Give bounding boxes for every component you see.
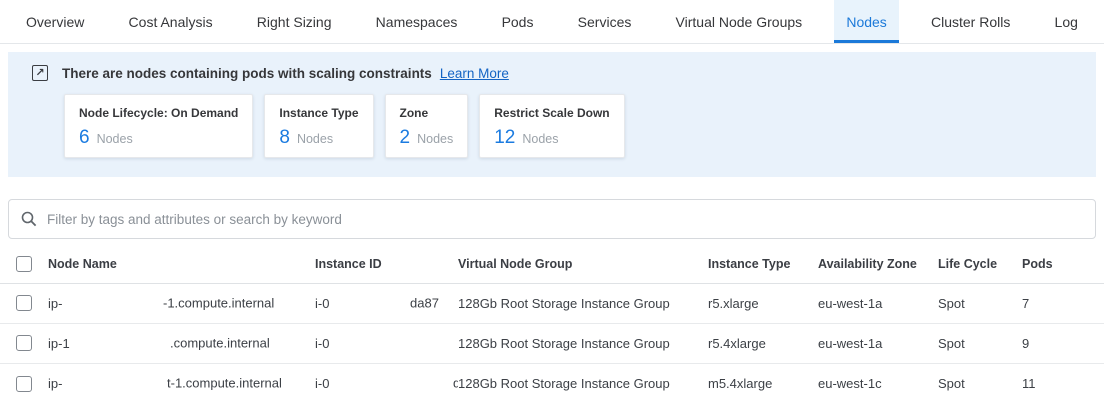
instance-type-cell: r5.4xlarge: [708, 323, 818, 363]
search-input[interactable]: [47, 212, 1083, 227]
node-name-link[interactable]: ip-1: [48, 336, 70, 351]
banner-header: ↗ There are nodes containing pods with s…: [24, 65, 1080, 81]
virtual-node-group-cell: 128Gb Root Storage Instance Group: [458, 283, 708, 323]
card-count: 2: [400, 127, 411, 149]
card-title: Instance Type: [279, 106, 358, 120]
pods-cell: 11: [1022, 363, 1104, 403]
constraint-cards: Node Lifecycle: On Demand 6 Nodes Instan…: [64, 94, 1080, 158]
tab-services[interactable]: Services: [566, 0, 644, 43]
col-instance-type: Instance Type: [708, 245, 818, 283]
filter-search-bar: [8, 199, 1096, 239]
tab-cluster-rolls[interactable]: Cluster Rolls: [919, 0, 1022, 43]
instance-type-cell: r5.xlarge: [708, 283, 818, 323]
tab-namespaces[interactable]: Namespaces: [364, 0, 470, 43]
node-name-link[interactable]: t-1.compute.internal: [167, 376, 282, 391]
tab-cost-analysis[interactable]: Cost Analysis: [117, 0, 225, 43]
instance-type-cell: m5.4xlarge: [708, 363, 818, 403]
table-row[interactable]: ip-1 .compute.internal i-0 128Gb Root St…: [0, 323, 1104, 363]
instance-id-link[interactable]: da87: [410, 296, 439, 311]
instance-id-link[interactable]: i-0: [315, 376, 329, 391]
learn-more-link[interactable]: Learn More: [440, 66, 509, 81]
instance-id-link[interactable]: i-0: [315, 296, 329, 311]
tab-virtual-node-groups[interactable]: Virtual Node Groups: [664, 0, 815, 43]
col-availability-zone: Availability Zone: [818, 245, 938, 283]
card-title: Zone: [400, 106, 454, 120]
card-unit: Nodes: [297, 132, 333, 146]
card-count: 6: [79, 127, 90, 149]
node-name-link[interactable]: ip-: [48, 296, 62, 311]
col-life-cycle: Life Cycle: [938, 245, 1022, 283]
availability-zone-cell: eu-west-1a: [818, 283, 938, 323]
life-cycle-cell: Spot: [938, 323, 1022, 363]
availability-zone-cell: eu-west-1a: [818, 323, 938, 363]
col-node-name: Node Name: [48, 245, 315, 283]
pods-cell: 9: [1022, 323, 1104, 363]
col-pods: Pods: [1022, 245, 1104, 283]
card-count: 8: [279, 127, 290, 149]
availability-zone-cell: eu-west-1c: [818, 363, 938, 403]
life-cycle-cell: Spot: [938, 283, 1022, 323]
search-icon: [21, 211, 37, 227]
instance-id-link[interactable]: i-0: [315, 336, 329, 351]
select-all-checkbox[interactable]: [16, 256, 32, 272]
card-unit: Nodes: [97, 132, 133, 146]
card-instance-type[interactable]: Instance Type 8 Nodes: [264, 94, 373, 158]
table-header-row: Node Name Instance ID Virtual Node Group…: [0, 245, 1104, 283]
tab-overview[interactable]: Overview: [14, 0, 96, 43]
nodes-table: Node Name Instance ID Virtual Node Group…: [0, 245, 1104, 403]
virtual-node-group-cell: 128Gb Root Storage Instance Group: [458, 363, 708, 403]
banner-message: There are nodes containing pods with sca…: [62, 66, 432, 81]
scale-out-icon: ↗: [32, 65, 48, 81]
row-checkbox[interactable]: [16, 335, 32, 351]
card-unit: Nodes: [417, 132, 453, 146]
table-row[interactable]: ip- t-1.compute.internal i-0 d 128Gb Roo…: [0, 363, 1104, 403]
scaling-constraints-banner: ↗ There are nodes containing pods with s…: [8, 52, 1096, 177]
row-checkbox[interactable]: [16, 376, 32, 392]
tab-right-sizing[interactable]: Right Sizing: [245, 0, 344, 43]
node-name-link[interactable]: -1.compute.internal: [163, 296, 274, 311]
card-zone[interactable]: Zone 2 Nodes: [385, 94, 469, 158]
tab-nodes[interactable]: Nodes: [834, 0, 898, 43]
instance-id-link[interactable]: d: [453, 376, 458, 391]
pods-cell: 7: [1022, 283, 1104, 323]
col-virtual-node-group: Virtual Node Group: [458, 245, 708, 283]
card-unit: Nodes: [522, 132, 558, 146]
row-checkbox[interactable]: [16, 295, 32, 311]
card-title: Restrict Scale Down: [494, 106, 609, 120]
card-restrict-scale-down[interactable]: Restrict Scale Down 12 Nodes: [479, 94, 624, 158]
tab-log[interactable]: Log: [1043, 0, 1090, 43]
node-name-link[interactable]: ip-: [48, 376, 62, 391]
card-count: 12: [494, 127, 515, 149]
virtual-node-group-cell: 128Gb Root Storage Instance Group: [458, 323, 708, 363]
table-row[interactable]: ip- -1.compute.internal i-0 da87 128Gb R…: [0, 283, 1104, 323]
tab-pods[interactable]: Pods: [490, 0, 546, 43]
card-title: Node Lifecycle: On Demand: [79, 106, 238, 120]
card-node-lifecycle[interactable]: Node Lifecycle: On Demand 6 Nodes: [64, 94, 253, 158]
node-name-link[interactable]: .compute.internal: [170, 336, 270, 351]
tab-bar: Overview Cost Analysis Right Sizing Name…: [0, 0, 1104, 44]
life-cycle-cell: Spot: [938, 363, 1022, 403]
col-instance-id: Instance ID: [315, 245, 458, 283]
